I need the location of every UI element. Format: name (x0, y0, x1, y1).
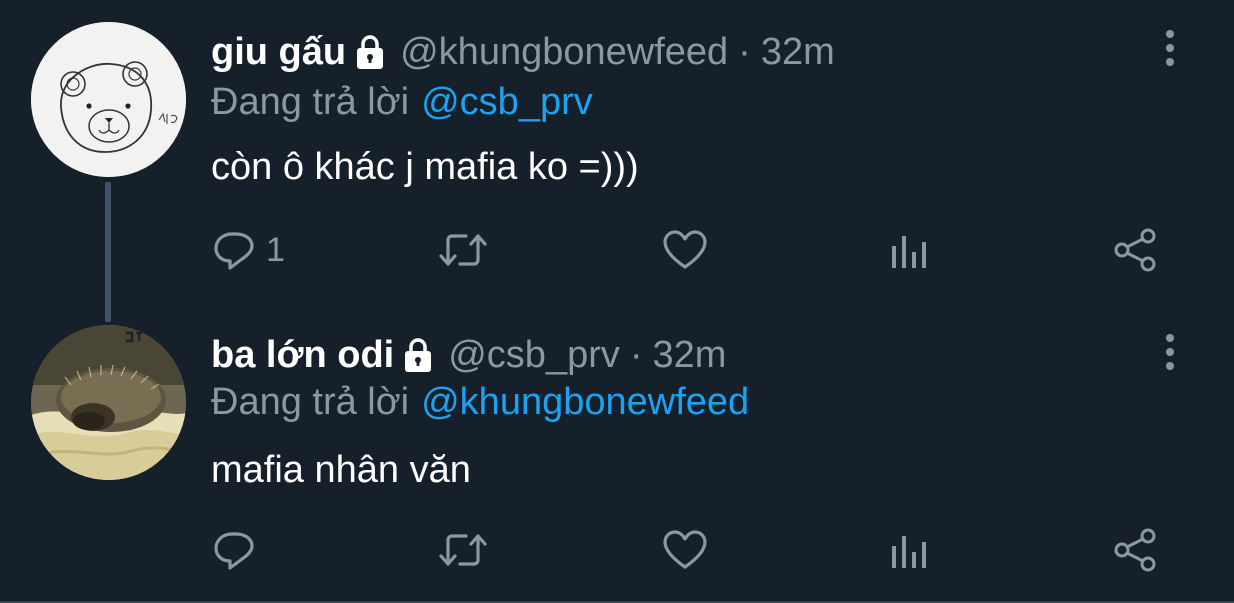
like-icon (663, 530, 707, 569)
tweet[interactable]: ba lớn odi @csb_prv · 32m Đang trả lời @… (0, 300, 1234, 603)
share-button[interactable] (1112, 226, 1158, 274)
separator-dot: · (629, 334, 643, 376)
reply-mention-link[interactable]: @khungbonewfeed (421, 381, 749, 423)
reply-count: 1 (266, 230, 285, 269)
replying-to-line: Đang trả lời @csb_prv (211, 80, 593, 124)
retweet-button[interactable] (438, 526, 488, 574)
lock-icon (402, 337, 434, 373)
tweet[interactable]: giu gấu @khungbonewfeed · 32m Đang trả l… (0, 0, 1234, 322)
handle[interactable]: @csb_prv (448, 333, 620, 377)
tweet-thread: giu gấu @khungbonewfeed · 32m Đang trả l… (0, 0, 1234, 603)
bear-drawing-avatar-image (31, 22, 186, 177)
like-button[interactable] (662, 226, 708, 274)
analytics-button[interactable] (890, 226, 930, 274)
tweet-actions: 1 (0, 226, 1234, 274)
display-name[interactable]: ba lớn odi (211, 333, 394, 377)
replying-to-line: Đang trả lời @khungbonewfeed (211, 380, 749, 424)
avatar[interactable] (31, 22, 186, 177)
retweet-button[interactable] (438, 226, 488, 274)
tweet-text: mafia nhân văn (211, 449, 471, 491)
like-button[interactable] (662, 526, 708, 574)
analytics-icon (892, 536, 926, 568)
hedgehog-photo-avatar-image (31, 325, 186, 480)
reply-icon (214, 232, 254, 270)
display-name[interactable]: giu gấu (211, 30, 346, 74)
reply-button[interactable]: 1 (212, 226, 285, 274)
replying-to-label: Đang trả lời (211, 381, 410, 423)
retweet-icon (439, 234, 487, 266)
tweet-header: ba lớn odi @csb_prv · 32m (211, 333, 726, 377)
analytics-button[interactable] (890, 526, 930, 574)
replying-to-label: Đang trả lời (211, 81, 410, 123)
timestamp[interactable]: 32m (761, 30, 835, 74)
timestamp[interactable]: 32m (653, 333, 727, 377)
retweet-icon (439, 534, 487, 566)
share-button[interactable] (1112, 526, 1158, 574)
like-icon (663, 230, 707, 269)
more-vertical-icon[interactable] (1158, 330, 1182, 374)
separator-dot: · (738, 31, 751, 73)
analytics-icon (892, 236, 926, 268)
tweet-header: giu gấu @khungbonewfeed · 32m (211, 30, 835, 74)
avatar[interactable] (31, 325, 186, 480)
tweet-actions (0, 526, 1234, 574)
share-icon (1114, 528, 1156, 572)
more-vertical-icon[interactable] (1158, 26, 1182, 70)
reply-mention-link[interactable]: @csb_prv (421, 81, 593, 123)
reply-icon (214, 532, 254, 570)
lock-icon (354, 34, 386, 70)
reply-button[interactable] (212, 526, 266, 574)
share-icon (1114, 228, 1156, 272)
tweet-text: còn ô khác j mafia ko =))) (211, 146, 639, 188)
handle[interactable]: @khungbonewfeed (400, 30, 728, 74)
